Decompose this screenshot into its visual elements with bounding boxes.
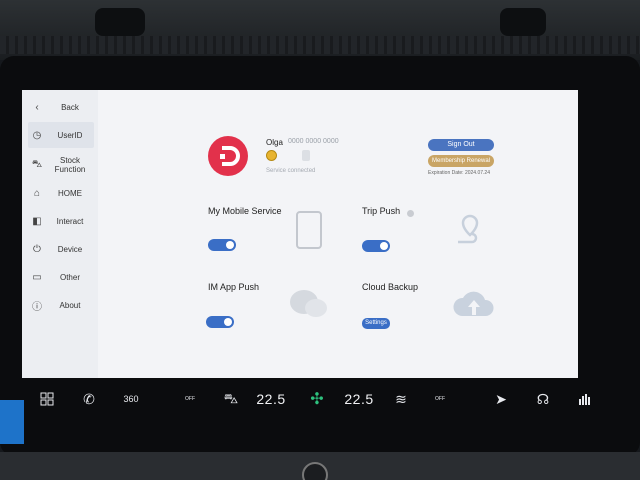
right-temperature[interactable]: 22.5: [342, 388, 376, 410]
air-vent: [95, 8, 145, 36]
device-icon: ⏻: [33, 243, 41, 255]
sidebar-item-label: About: [59, 300, 81, 310]
user-id: 0000 0000 0000: [288, 138, 339, 145]
sidebar-item-label: HOME: [58, 188, 82, 198]
360-camera-icon[interactable]: 360: [116, 388, 146, 410]
route-pin-icon: [458, 214, 479, 244]
sidebar-item-label: Interact: [56, 216, 84, 226]
my-mobile-service-toggle[interactable]: [208, 239, 236, 251]
trip-push-label: Trip Push: [362, 206, 401, 216]
sidebar-item-userid[interactable]: ◷ UserID: [28, 122, 94, 148]
sidebar-item-interact[interactable]: ◧ Interact: [28, 208, 94, 234]
vip-icon: [302, 150, 310, 161]
left-temperature[interactable]: 22.5: [254, 388, 288, 410]
headrest-icon[interactable]: ☊: [532, 388, 554, 410]
sidebar-item-back[interactable]: ‹ Back: [28, 94, 94, 120]
infotainment-screen: ‹ Back ◷ UserID ⛍ Stock Function ⌂ HOME …: [22, 90, 578, 378]
other-icon: ▭: [32, 271, 42, 283]
seat-heat-off-icon[interactable]: OFF: [178, 388, 202, 410]
sidebar-item-stock-function[interactable]: ⛍ Stock Function: [28, 150, 94, 180]
member-badge-icon: [266, 150, 277, 161]
navigation-icon[interactable]: ➤: [490, 388, 512, 410]
dashboard-trim: [0, 36, 640, 54]
sidebar-item-label: Device: [57, 244, 83, 254]
sidebar-item-home[interactable]: ⌂ HOME: [28, 180, 94, 206]
im-app-push-toggle[interactable]: [206, 316, 234, 328]
logo-mark-icon: [220, 146, 240, 166]
equalizer-icon[interactable]: [574, 388, 596, 410]
air-vent: [500, 8, 546, 36]
sidebar-item-device[interactable]: ⏻ Device: [28, 236, 94, 262]
sidebar: ‹ Back ◷ UserID ⛍ Stock Function ⌂ HOME …: [22, 90, 98, 378]
chat-bubble-icon: [290, 290, 327, 317]
sidebar-item-about[interactable]: ⓘ About: [28, 292, 94, 318]
defrost-icon[interactable]: ≋: [390, 388, 412, 410]
interact-icon: ◧: [32, 215, 42, 227]
chevron-left-icon: ‹: [35, 101, 39, 113]
sidebar-item-other[interactable]: ▭ Other: [28, 264, 94, 290]
user-name: Olga: [266, 138, 283, 147]
user-id-icon: ◷: [32, 129, 42, 141]
fan-icon[interactable]: ✣: [304, 388, 330, 410]
sidebar-item-label: Stock Function: [54, 156, 86, 174]
connection-status: Service connected: [266, 168, 316, 174]
info-icon[interactable]: [407, 210, 414, 217]
climate-bar: ✆ 360 OFF ⛍ 22.5 ✣ 22.5 ≋ OFF ➤ ☊: [24, 384, 616, 414]
sidebar-item-label: UserID: [57, 130, 83, 140]
trip-push-toggle[interactable]: [362, 240, 390, 252]
car-icon: ⛍: [31, 158, 43, 170]
cloud-backup-label: Cloud Backup: [362, 282, 419, 292]
app-logo: [208, 136, 248, 176]
home-icon: ⌂: [33, 187, 41, 199]
blue-object: [0, 400, 24, 444]
sidebar-item-label: Other: [59, 272, 80, 282]
membership-renewal-button[interactable]: Membership Renewal: [428, 155, 494, 167]
im-app-push-label: IM App Push: [208, 282, 260, 292]
car-airflow-icon[interactable]: ⛍: [218, 388, 244, 410]
my-mobile-service-label: My Mobile Service: [208, 206, 282, 216]
apps-grid-icon[interactable]: [36, 388, 58, 410]
expiration-date: Expiration Date: 2024.07.24: [428, 170, 490, 176]
cloud-settings-button[interactable]: Settings: [362, 318, 390, 329]
sidebar-item-label: Back: [61, 102, 79, 112]
mobile-phone-icon: [296, 211, 322, 249]
phone-icon[interactable]: ✆: [78, 388, 100, 410]
seat-heat-off-icon[interactable]: OFF: [428, 388, 452, 410]
info-icon: ⓘ: [32, 301, 42, 313]
cloud-upload-icon: [453, 291, 494, 316]
sign-out-button[interactable]: Sign Out: [428, 139, 494, 151]
